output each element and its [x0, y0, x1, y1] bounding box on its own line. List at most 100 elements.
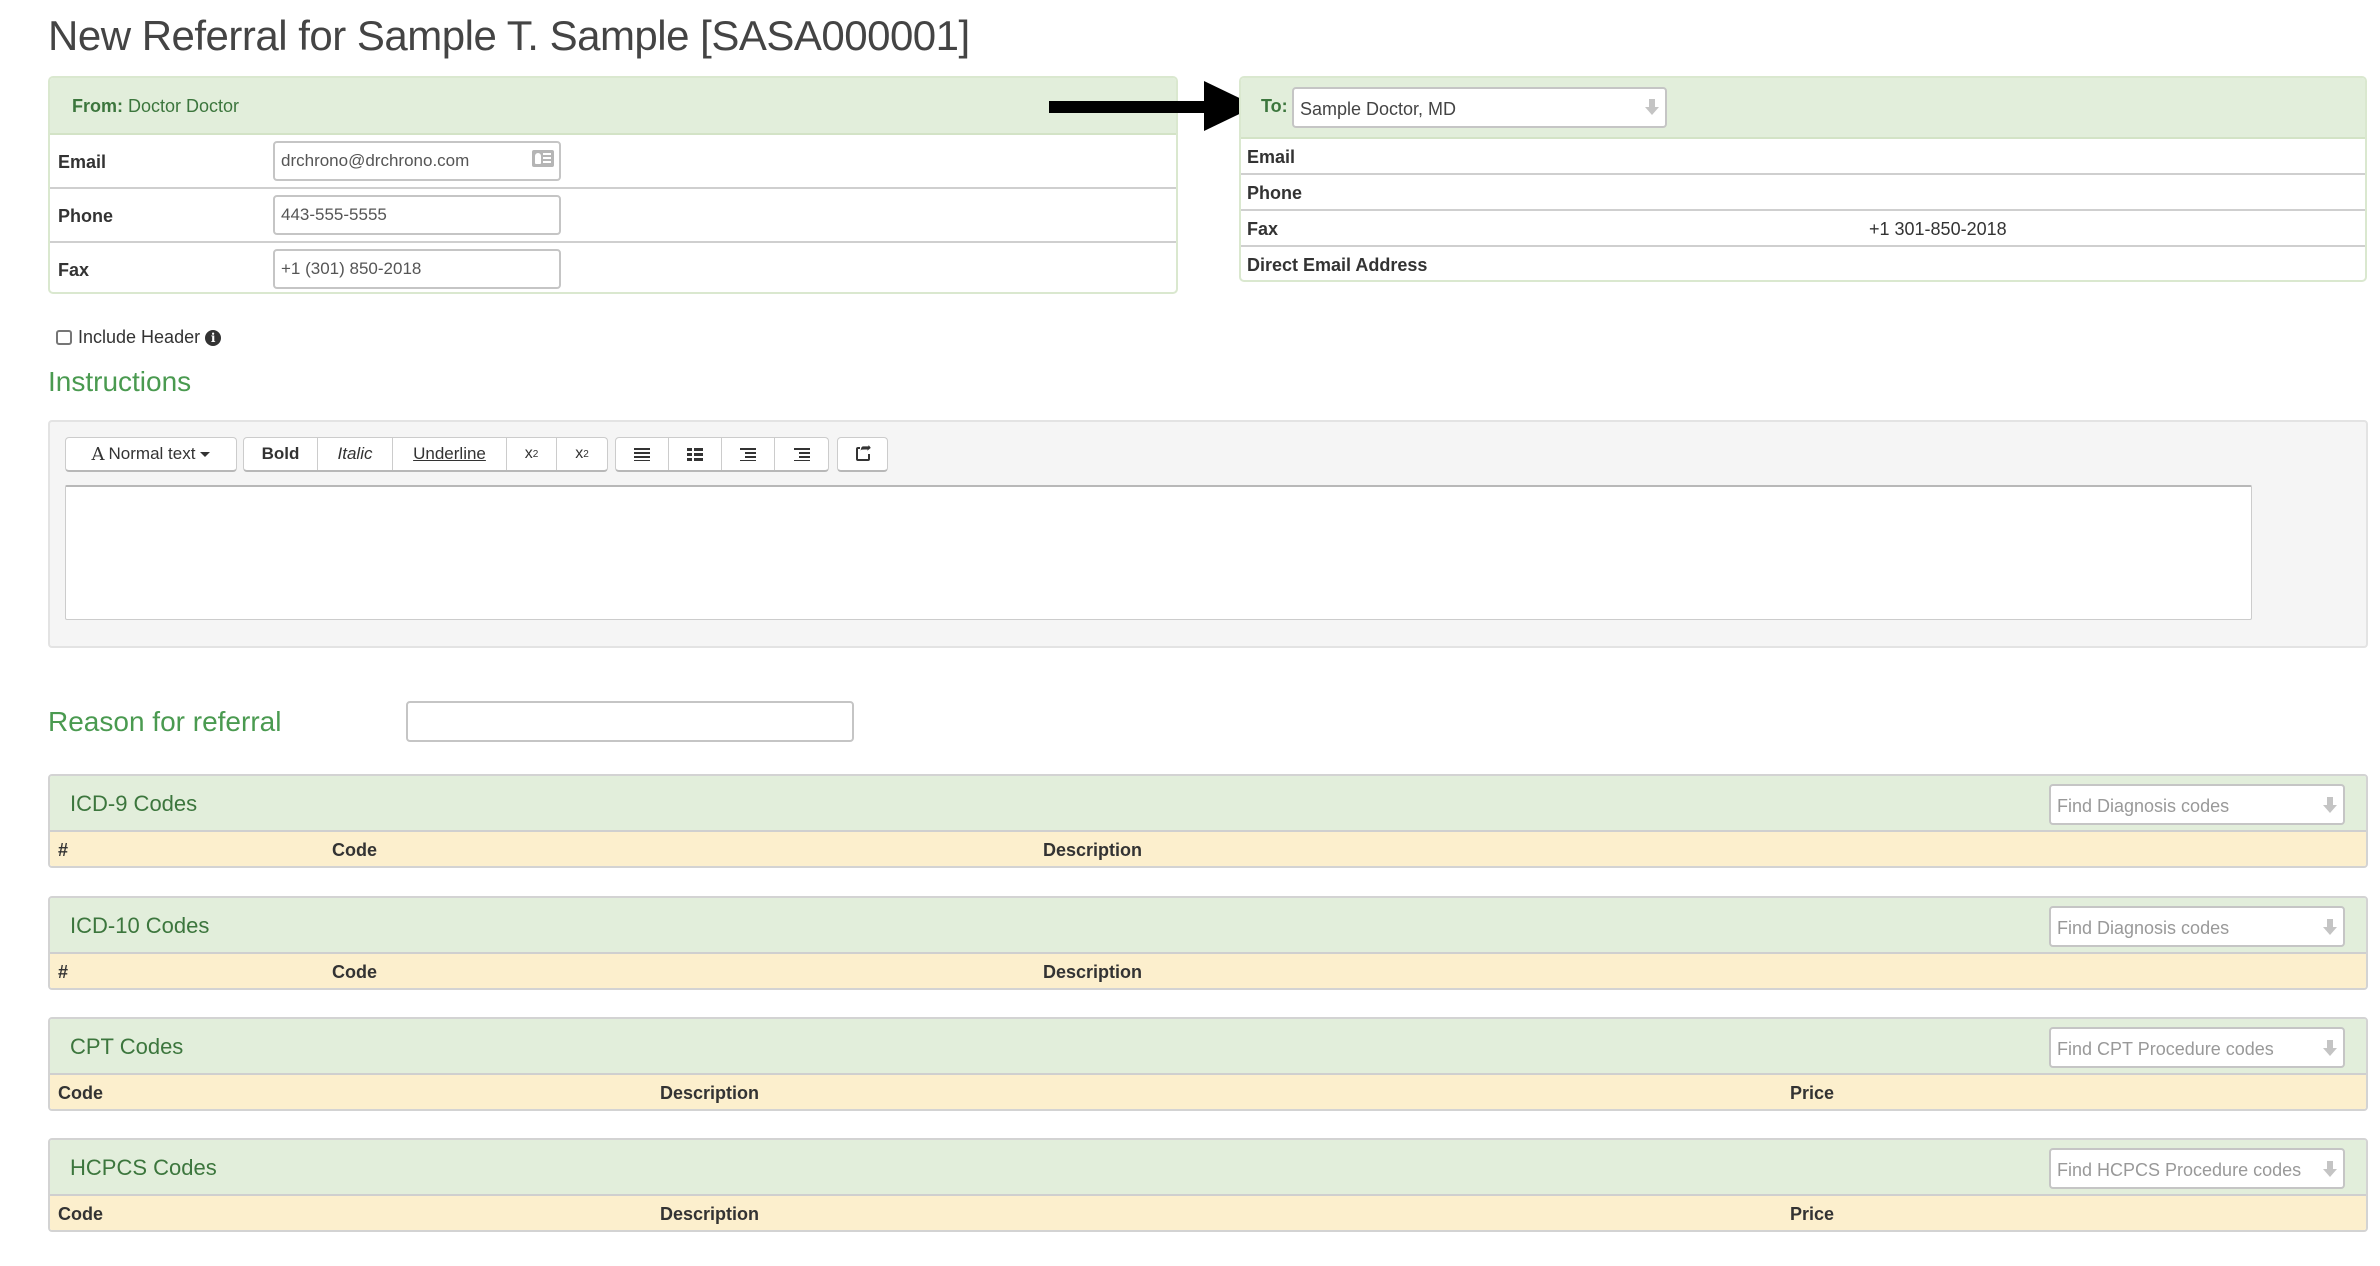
to-fax-label: Fax	[1247, 219, 1279, 239]
hcpcs-search-select[interactable]: Find HCPCS Procedure codes	[2049, 1148, 2345, 1189]
to-panel: To: Sample Doctor, MD Email Phone Fax +1…	[1239, 76, 2367, 282]
column-header-description: Description	[1043, 840, 1143, 860]
column-header-number: #	[58, 840, 69, 860]
annotation-arrow-shaft	[1049, 101, 1209, 113]
icd9-panel-header: ICD-9 Codes Find Diagnosis codes	[50, 776, 2366, 832]
caret-down-icon	[200, 451, 211, 457]
cpt-title: CPT Codes	[70, 1034, 184, 1059]
from-email-row: Email	[50, 135, 1176, 189]
hcpcs-panel: HCPCS Codes Find HCPCS Procedure codes C…	[48, 1138, 2368, 1232]
cpt-panel: CPT Codes Find CPT Procedure codes Code …	[48, 1017, 2368, 1111]
unordered-list-button[interactable]	[616, 438, 669, 470]
include-header-option: Include Header i	[56, 327, 222, 348]
from-email-input[interactable]	[273, 141, 561, 181]
from-name: Doctor Doctor	[128, 96, 240, 116]
icd9-panel: ICD-9 Codes Find Diagnosis codes # Code …	[48, 774, 2368, 868]
icd9-title: ICD-9 Codes	[70, 791, 198, 816]
icd10-search-select[interactable]: Find Diagnosis codes	[2049, 906, 2345, 947]
bold-button[interactable]: Bold	[244, 438, 318, 470]
from-fax-label: Fax	[58, 260, 90, 280]
to-email-label: Email	[1247, 147, 1296, 167]
list-ol-icon	[687, 447, 703, 461]
include-header-checkbox[interactable]	[56, 330, 72, 345]
to-email-row: Email	[1241, 139, 2365, 175]
down-arrow-icon	[2323, 1040, 2337, 1056]
italic-button[interactable]: Italic	[318, 438, 393, 470]
from-panel-header: From: Doctor Doctor	[50, 78, 1176, 135]
icd10-search-placeholder: Find Diagnosis codes	[2057, 918, 2230, 938]
to-fax-row: Fax +1 301-850-2018	[1241, 211, 2365, 247]
from-email-label: Email	[58, 152, 107, 172]
info-icon[interactable]: i	[205, 329, 222, 346]
page-title: New Referral for Sample T. Sample [SASA0…	[48, 12, 970, 59]
text-style-dropdown[interactable]: A Normal text	[66, 438, 236, 470]
outdent-button[interactable]	[722, 438, 775, 470]
font-icon: A	[91, 443, 105, 465]
cpt-panel-header: CPT Codes Find CPT Procedure codes	[50, 1019, 2366, 1075]
superscript-base: x	[575, 445, 584, 462]
to-phone-label: Phone	[1247, 183, 1303, 203]
link-group	[837, 437, 888, 472]
to-doctor-select[interactable]: Sample Doctor, MD	[1292, 87, 1667, 128]
from-phone-input[interactable]	[273, 195, 561, 235]
to-direct-email-row: Direct Email Address	[1241, 247, 2365, 280]
reason-heading: Reason for referral	[48, 706, 282, 737]
to-doctor-selected: Sample Doctor, MD	[1300, 99, 1457, 119]
column-header-price: Price	[1790, 1204, 1835, 1224]
from-fax-row: Fax	[50, 243, 1176, 292]
ordered-list-button[interactable]	[669, 438, 722, 470]
column-header-description: Description	[660, 1083, 760, 1103]
to-fax-value: +1 301-850-2018	[1869, 219, 2007, 239]
share-icon	[855, 441, 871, 461]
icd9-search-select[interactable]: Find Diagnosis codes	[2049, 784, 2345, 825]
to-direct-email-label: Direct Email Address	[1247, 255, 1428, 275]
column-header-description: Description	[1043, 962, 1143, 982]
indent-button[interactable]	[775, 438, 828, 470]
instructions-editor[interactable]	[65, 485, 2252, 620]
down-arrow-icon	[2323, 797, 2337, 813]
column-header-code: Code	[58, 1204, 103, 1224]
cpt-table-header: Code Description Price	[50, 1075, 2366, 1109]
from-title: From: Doctor Doctor	[72, 96, 239, 117]
outdent-icon	[740, 447, 756, 461]
icd10-panel-header: ICD-10 Codes Find Diagnosis codes	[50, 898, 2366, 954]
from-panel: From: Doctor Doctor Email Phone Fax	[48, 76, 1178, 294]
column-header-code: Code	[332, 840, 377, 860]
underline-button[interactable]: Underline	[393, 438, 507, 470]
text-style-group: A Normal text	[65, 437, 237, 472]
icd10-title: ICD-10 Codes	[70, 913, 210, 938]
cpt-search-select[interactable]: Find CPT Procedure codes	[2049, 1027, 2345, 1068]
hcpcs-panel-header: HCPCS Codes Find HCPCS Procedure codes	[50, 1140, 2366, 1196]
from-label: From:	[72, 96, 123, 116]
column-header-code: Code	[58, 1083, 103, 1103]
contact-card-icon[interactable]	[532, 150, 554, 167]
list-group	[615, 437, 829, 472]
indent-icon	[793, 447, 810, 461]
subscript-mark: 2	[532, 448, 539, 460]
from-phone-label: Phone	[58, 206, 114, 226]
hcpcs-table-header: Code Description Price	[50, 1196, 2366, 1230]
superscript-button[interactable]: x2	[557, 438, 607, 470]
hcpcs-search-placeholder: Find HCPCS Procedure codes	[2057, 1160, 2302, 1180]
instructions-editor-panel: A Normal text Bold Italic Underline x2 x…	[48, 420, 2368, 648]
icd10-table-header: # Code Description	[50, 954, 2366, 988]
column-header-number: #	[58, 962, 69, 982]
from-phone-row: Phone	[50, 189, 1176, 243]
column-header-code: Code	[332, 962, 377, 982]
subscript-button[interactable]: x2	[507, 438, 557, 470]
cpt-search-placeholder: Find CPT Procedure codes	[2057, 1039, 2274, 1059]
hcpcs-title: HCPCS Codes	[70, 1155, 217, 1180]
icd9-search-placeholder: Find Diagnosis codes	[2057, 796, 2230, 816]
include-header-label[interactable]: Include Header	[78, 327, 200, 348]
superscript-mark: 2	[583, 448, 589, 460]
to-panel-header: To: Sample Doctor, MD	[1241, 78, 2365, 139]
instructions-heading: Instructions	[48, 366, 192, 397]
column-header-description: Description	[660, 1204, 760, 1224]
reason-input[interactable]	[406, 701, 854, 742]
icd9-table-header: # Code Description	[50, 832, 2366, 866]
text-style-label: Normal text	[108, 444, 196, 463]
share-link-button[interactable]	[838, 438, 887, 470]
from-fax-input[interactable]	[273, 249, 561, 289]
down-arrow-icon	[2323, 919, 2337, 935]
format-group: Bold Italic Underline x2 x2	[243, 437, 608, 472]
